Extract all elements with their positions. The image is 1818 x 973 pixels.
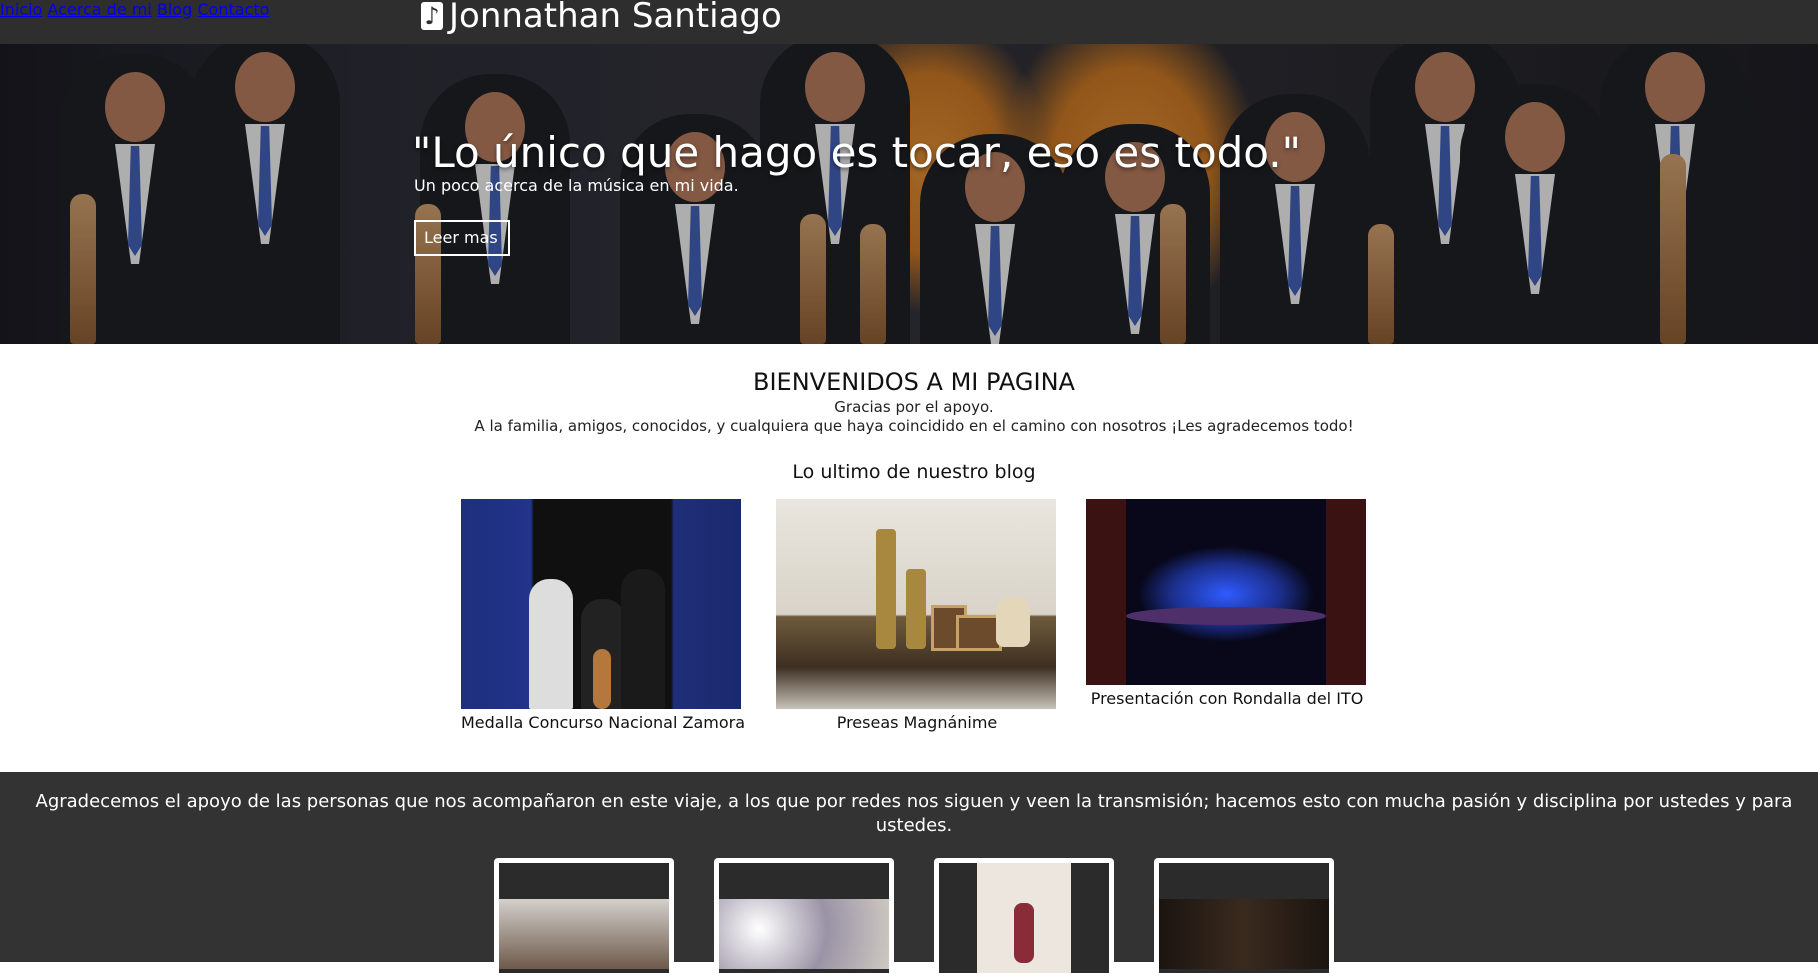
nav-link-inicio[interactable]: Inicio — [0, 0, 42, 19]
nav-link-contacto[interactable]: Contacto — [197, 0, 269, 19]
blog-heading: Lo ultimo de nuestro blog — [792, 461, 1036, 483]
brand-name: Jonnathan Santiago — [449, 0, 782, 36]
top-navbar: ♪ Jonnathan Santiago Inicio Acerca de mi… — [0, 0, 1818, 44]
welcome-title: BIENVENIDOS A MI PAGINA — [753, 368, 1075, 396]
thanks-text: Agradecemos el apoyo de las personas que… — [35, 791, 1793, 836]
blog-card-image[interactable] — [1086, 499, 1366, 685]
welcome-text-1: Gracias por el apoyo. — [834, 398, 994, 416]
nav-link-blog[interactable]: Blog — [157, 0, 192, 19]
hero-quote: "Lo único que hago es tocar, eso es todo… — [412, 128, 1301, 177]
gallery-thumbnail[interactable] — [934, 858, 1114, 973]
read-more-button[interactable]: Leer mas — [414, 220, 510, 256]
gallery-thumbnail[interactable] — [1154, 858, 1334, 973]
blog-card-caption[interactable]: Medalla Concurso Nacional Zamora — [461, 713, 745, 732]
blog-card-caption[interactable]: Presentación con Rondalla del ITO — [1086, 689, 1368, 708]
thanks-section: Agradecemos el apoyo de las personas que… — [0, 772, 1818, 973]
nav-link-acerca[interactable]: Acerca de mi — [47, 0, 151, 19]
music-note-icon: ♪ — [421, 2, 443, 30]
welcome-text-2: A la familia, amigos, conocidos, y cualq… — [474, 417, 1354, 435]
blog-card-caption[interactable]: Preseas Magnánime — [776, 713, 1058, 732]
blog-card-image[interactable] — [776, 499, 1056, 709]
blog-card-image[interactable] — [461, 499, 741, 709]
brand-logo[interactable]: ♪ Jonnathan Santiago — [421, 0, 782, 36]
gallery-thumbnail[interactable] — [714, 858, 894, 973]
blog-card[interactable]: Medalla Concurso Nacional Zamora — [461, 499, 745, 732]
blog-card[interactable]: Presentación con Rondalla del ITO — [1086, 499, 1368, 708]
hero-subtitle: Un poco acerca de la música en mi vida. — [414, 176, 739, 195]
blog-card[interactable]: Preseas Magnánime — [776, 499, 1058, 732]
hero-banner: "Lo único que hago es tocar, eso es todo… — [0, 44, 1818, 344]
hero-overlay — [0, 44, 1818, 344]
gallery-thumbnail[interactable] — [494, 858, 674, 973]
